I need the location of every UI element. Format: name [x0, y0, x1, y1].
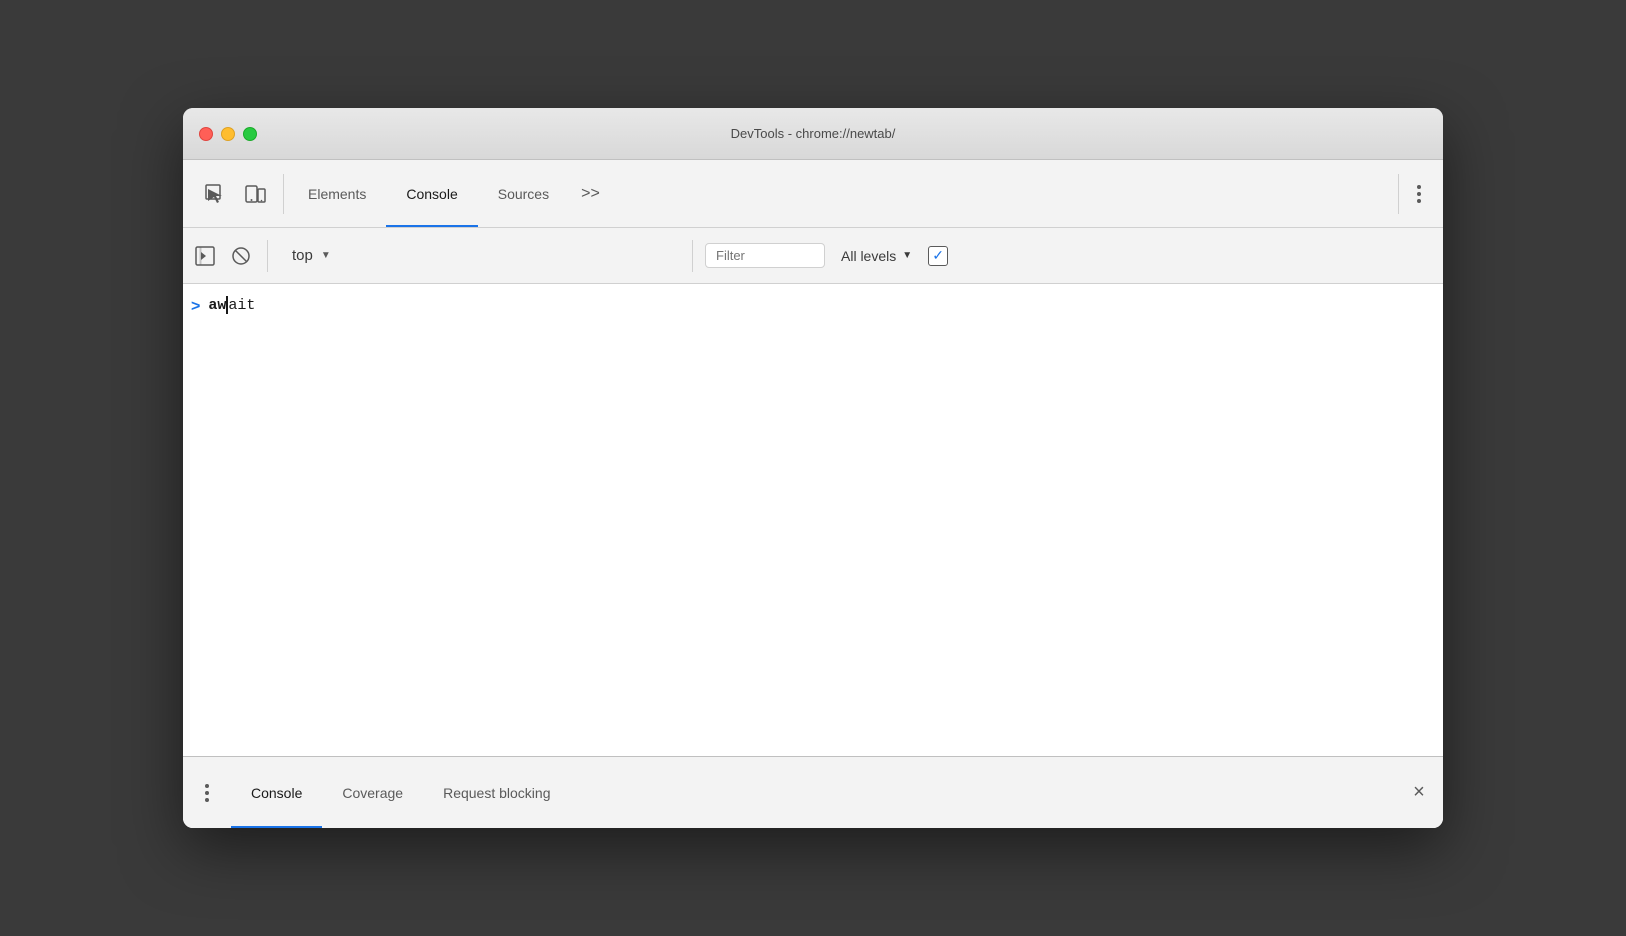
drawer-tab-coverage[interactable]: Coverage [322, 757, 423, 828]
console-text-normal: ait [228, 297, 255, 314]
console-separator-2 [692, 240, 693, 272]
drawer-dot-3 [205, 798, 209, 802]
console-text-bold: aw [208, 297, 226, 314]
checkbox-button[interactable]: ✓ [928, 246, 948, 266]
context-dropdown[interactable]: top ▼ [280, 243, 680, 268]
dot-2 [1417, 192, 1421, 196]
expand-icon[interactable]: > [191, 298, 200, 316]
sidebar-toggle-button[interactable] [191, 242, 219, 270]
toolbar-separator-2 [1398, 174, 1399, 214]
devtools-window: DevTools - chrome://newtab/ [183, 108, 1443, 828]
dropdown-arrow-icon: ▼ [321, 250, 331, 261]
levels-dropdown[interactable]: All levels ▼ [833, 244, 920, 268]
device-toolbar-button[interactable] [239, 178, 271, 210]
close-button[interactable] [199, 127, 213, 141]
devtools-panel: Elements Console Sources >> [183, 160, 1443, 828]
title-bar: DevTools - chrome://newtab/ [183, 108, 1443, 160]
drawer-tab-request-blocking[interactable]: Request blocking [423, 757, 570, 828]
drawer-tab-console[interactable]: Console [231, 757, 322, 828]
traffic-lights [199, 127, 257, 141]
more-tabs-button[interactable]: >> [569, 160, 612, 227]
dot-3 [1417, 199, 1421, 203]
dot-1 [1417, 185, 1421, 189]
drawer-dot-1 [205, 784, 209, 788]
tab-sources[interactable]: Sources [478, 160, 569, 227]
console-content[interactable]: > aw ait [183, 284, 1443, 756]
window-title: DevTools - chrome://newtab/ [731, 126, 896, 141]
clear-console-button[interactable] [227, 242, 255, 270]
main-nav-tabs: Elements Console Sources >> [288, 160, 1394, 227]
console-entry: > aw ait [183, 292, 1443, 328]
console-input-text: aw ait [208, 296, 255, 314]
close-drawer-button[interactable]: × [1403, 777, 1435, 809]
minimize-button[interactable] [221, 127, 235, 141]
levels-label: All levels [841, 248, 896, 264]
context-label: top [292, 247, 313, 264]
tab-console[interactable]: Console [386, 160, 477, 227]
toolbar-separator-1 [283, 174, 284, 214]
drawer-more-options-button[interactable] [191, 777, 223, 809]
drawer-tabs: Console Coverage Request blocking [231, 757, 1403, 828]
tab-elements[interactable]: Elements [288, 160, 386, 227]
top-toolbar: Elements Console Sources >> [183, 160, 1443, 228]
filter-input[interactable] [705, 243, 825, 268]
bottom-drawer: Console Coverage Request blocking × [183, 756, 1443, 828]
inspect-element-button[interactable] [199, 178, 231, 210]
maximize-button[interactable] [243, 127, 257, 141]
more-options-button[interactable] [1403, 178, 1435, 210]
drawer-dot-2 [205, 791, 209, 795]
toolbar-icon-group [191, 178, 279, 210]
levels-arrow-icon: ▼ [902, 250, 912, 261]
console-toolbar: top ▼ All levels ▼ ✓ [183, 228, 1443, 284]
checkmark-icon: ✓ [932, 247, 944, 264]
console-separator-1 [267, 240, 268, 272]
